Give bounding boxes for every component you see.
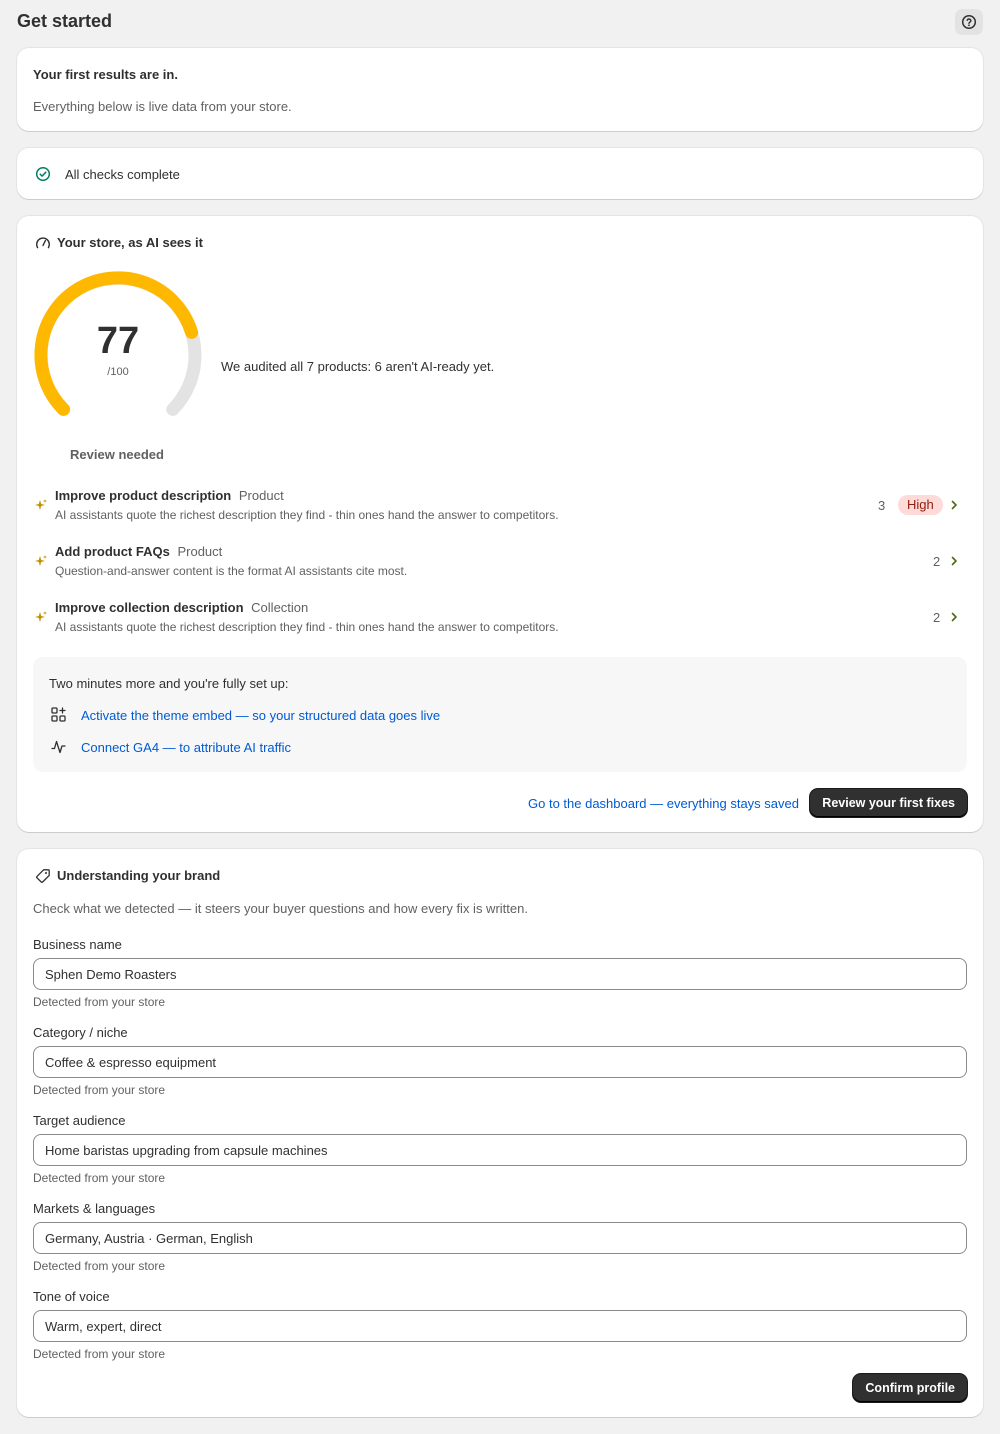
check-circle-icon	[35, 166, 51, 182]
recommendation-title: Improve product description	[55, 488, 232, 503]
business-name-input[interactable]	[33, 958, 967, 990]
setup-heading: Two minutes more and you're fully set up…	[49, 676, 289, 691]
help-button[interactable]	[955, 9, 983, 35]
recommendation-type: Collection	[251, 600, 309, 615]
results-card: Your first results are in. Everything be…	[17, 48, 983, 131]
brand-card: Understanding your brand Check what we d…	[17, 849, 983, 1417]
recommendation-description: Question-and-answer content is the forma…	[55, 564, 408, 578]
chevron-right-icon	[951, 612, 957, 622]
priority-badge: High	[898, 495, 943, 515]
brand-subtitle: Check what we detected — it steers your …	[33, 901, 528, 916]
audience-input[interactable]	[33, 1134, 967, 1166]
results-title: Your first results are in.	[33, 67, 178, 82]
chevron-right-icon	[951, 556, 957, 566]
setup-panel: Two minutes more and you're fully set up…	[33, 657, 967, 772]
setup-item-ga4[interactable]: Connect GA4 — to attribute AI traffic	[49, 737, 549, 757]
tone-label: Tone of voice	[33, 1289, 110, 1304]
recommendation-count: 2	[933, 554, 941, 569]
confirm-profile-button[interactable]: Confirm profile	[853, 1374, 967, 1402]
tone-input[interactable]	[33, 1310, 967, 1342]
tone-help: Detected from your store	[33, 1347, 166, 1361]
question-circle-icon	[961, 14, 977, 30]
recommendation-row[interactable]: Improve collection description Collectio…	[33, 598, 967, 640]
brand-title: Understanding your brand	[57, 868, 221, 883]
ga4-link[interactable]: Connect GA4 — to attribute AI traffic	[81, 740, 291, 755]
recommendation-count: 2	[933, 610, 941, 625]
pulse-icon	[51, 740, 66, 754]
checks-label: All checks complete	[65, 167, 180, 182]
category-help: Detected from your store	[33, 1083, 166, 1097]
dashboard-link[interactable]: Go to the dashboard — everything stays s…	[528, 796, 799, 811]
apps-icon	[51, 707, 66, 722]
chevron-right-icon	[951, 500, 957, 510]
recommendation-type: Product	[238, 488, 284, 503]
recommendation-type: Product	[177, 544, 223, 559]
sparkle-icon	[35, 555, 47, 566]
theme-embed-link[interactable]: Activate the theme embed — so your struc…	[81, 708, 440, 723]
recommendation-row[interactable]: Add product FAQs Product Question-and-an…	[33, 542, 967, 584]
setup-item-theme-embed[interactable]: Activate the theme embed — so your struc…	[49, 705, 549, 725]
score-value: 77	[96, 320, 140, 362]
audience-label: Target audience	[33, 1113, 126, 1128]
sparkle-icon	[35, 499, 47, 510]
recommendation-count: 3	[878, 498, 886, 513]
recommendation-row[interactable]: Improve product description Product AI a…	[33, 486, 967, 528]
checks-card: All checks complete	[17, 148, 983, 199]
audience-help: Detected from your store	[33, 1171, 166, 1185]
recommendation-title: Add product FAQs	[55, 544, 170, 559]
markets-label: Markets & languages	[33, 1201, 156, 1216]
category-input[interactable]	[33, 1046, 967, 1078]
review-fixes-button[interactable]: Review your first fixes	[810, 789, 967, 817]
audit-summary: We audited all 7 products: 6 aren't AI-r…	[221, 359, 495, 374]
score-max: /100	[107, 366, 129, 378]
tag-icon	[36, 869, 50, 883]
recommendation-title: Improve collection description	[55, 600, 244, 615]
ai-view-title: Your store, as AI sees it	[57, 235, 203, 250]
business-name-help: Detected from your store	[33, 995, 166, 1009]
recommendation-description: AI assistants quote the richest descript…	[55, 508, 559, 522]
markets-input[interactable]	[33, 1222, 967, 1254]
page-header: Get started	[0, 0, 1000, 44]
sparkle-icon	[35, 611, 47, 622]
recommendation-description: AI assistants quote the richest descript…	[55, 620, 559, 634]
score-status: Review needed	[70, 447, 164, 462]
ai-view-card: Your store, as AI sees it 77 /100 Review…	[17, 216, 983, 832]
results-subtitle: Everything below is live data from your …	[33, 99, 292, 114]
business-name-label: Business name	[33, 937, 122, 952]
category-label: Category / niche	[33, 1025, 128, 1040]
page-title: Get started	[17, 11, 113, 31]
gauge-icon	[36, 237, 50, 249]
markets-help: Detected from your store	[33, 1259, 166, 1273]
